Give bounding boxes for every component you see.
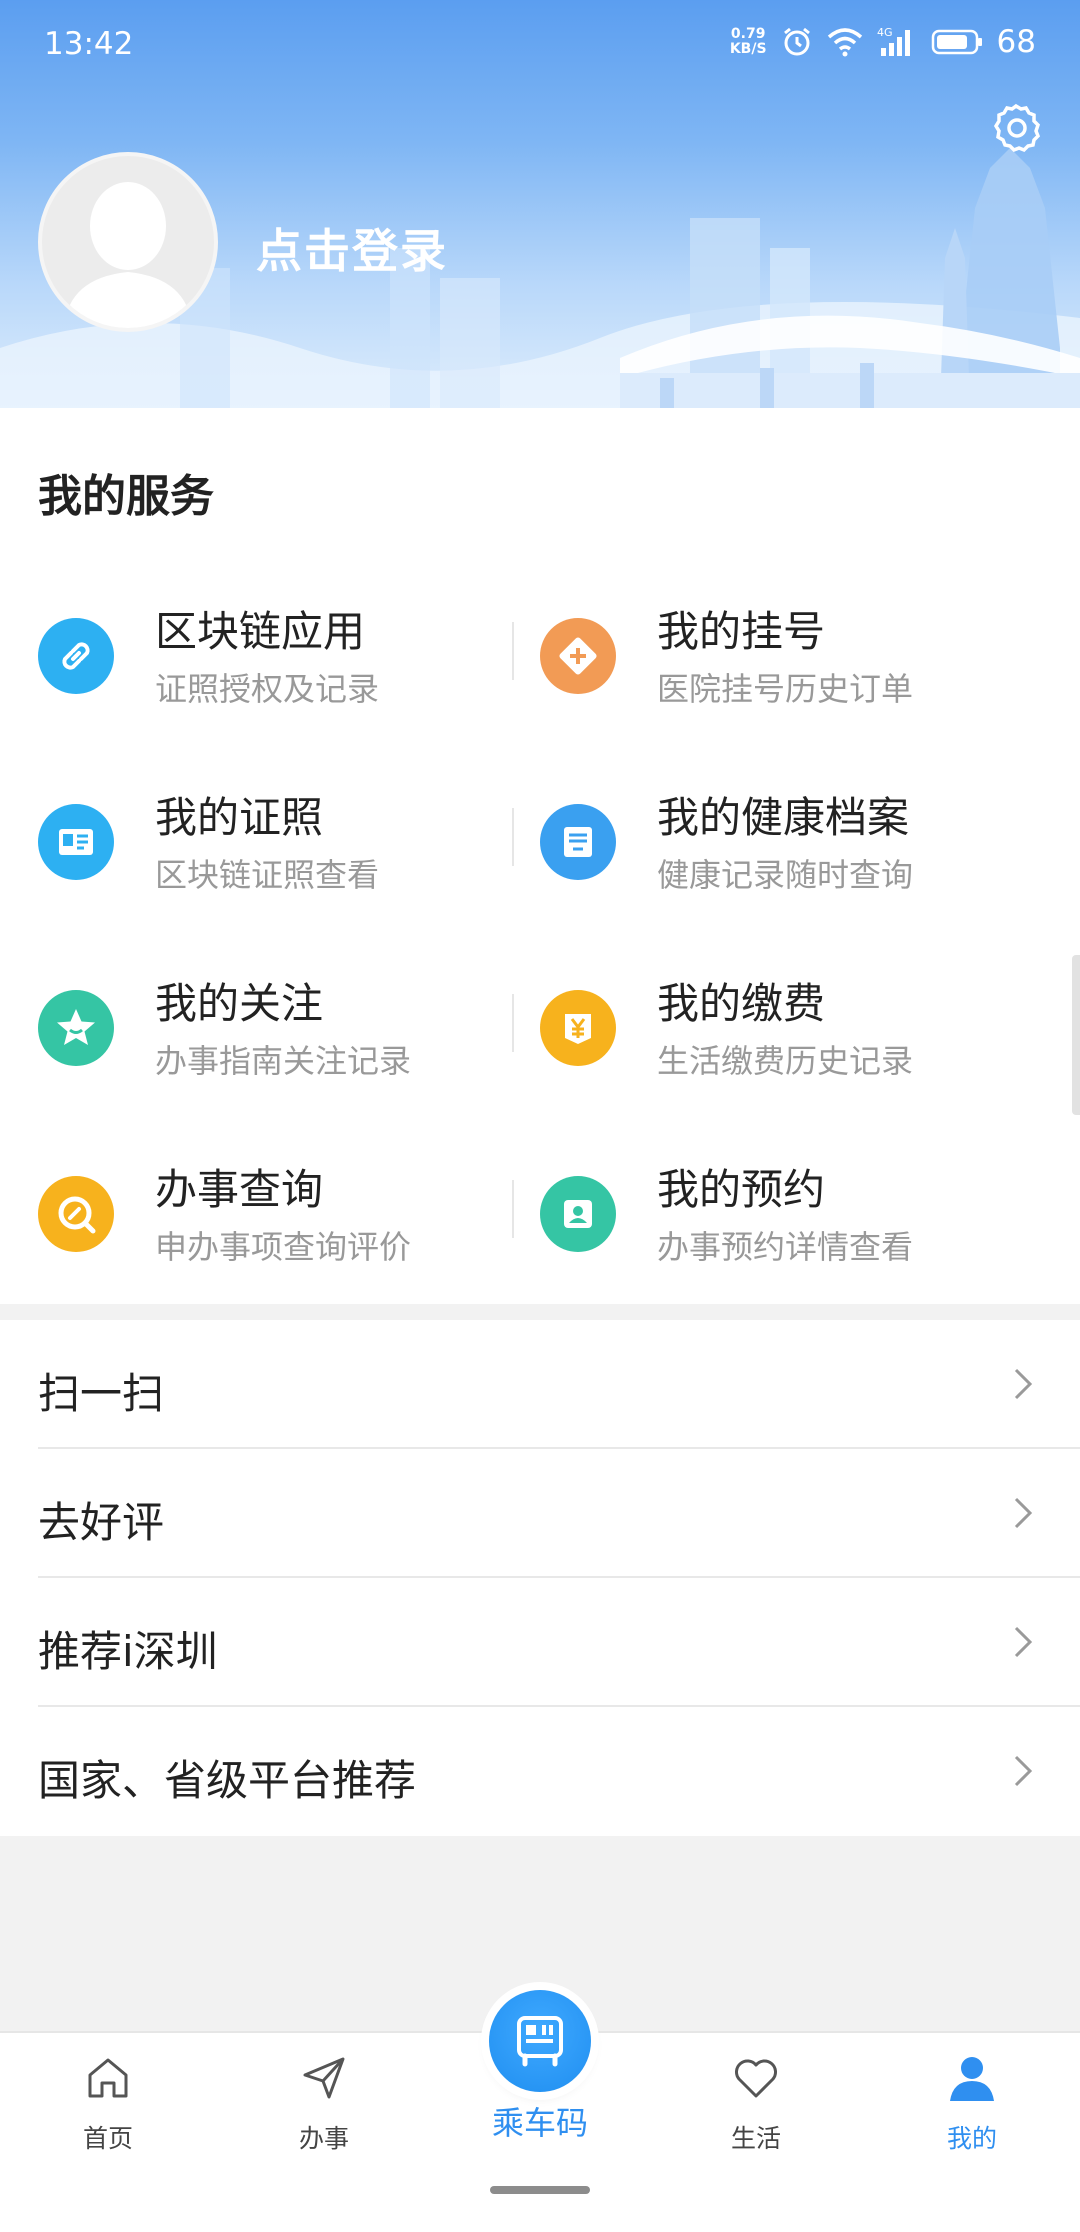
chevron-right-icon xyxy=(1014,1368,1033,1400)
menu-label: 国家、省级平台推荐 xyxy=(38,1756,417,1805)
send-arrow-icon xyxy=(303,2057,345,2099)
service-subtitle: 生活缴费历史记录 xyxy=(657,1042,914,1080)
service-my-appointments[interactable]: 我的预约 办事预约详情查看 xyxy=(502,1136,1042,1286)
nav-mine[interactable]: 我的 xyxy=(892,2047,1052,2157)
profile-header: 13:42 0.79 KB/S 4G 68 点击登录 xyxy=(0,0,1080,408)
status-time: 13:42 xyxy=(44,26,134,62)
service-subtitle: 医院挂号历史订单 xyxy=(657,670,914,708)
status-bar: 13:42 0.79 KB/S 4G 68 xyxy=(0,0,1080,90)
health-record-icon xyxy=(540,804,616,880)
service-subtitle: 申办事项查询评价 xyxy=(155,1228,412,1266)
chevron-right-icon xyxy=(1014,1497,1033,1529)
service-subtitle: 办事预约详情查看 xyxy=(657,1228,914,1266)
service-title: 我的关注 xyxy=(155,979,324,1028)
menu-item-recommend-app[interactable]: 推荐i深圳 xyxy=(0,1578,1080,1707)
menu-label: 去好评 xyxy=(38,1498,165,1547)
service-subtitle: 办事指南关注记录 xyxy=(155,1042,412,1080)
star-icon xyxy=(38,990,114,1066)
avatar[interactable] xyxy=(38,152,218,332)
service-title: 我的证照 xyxy=(155,793,324,842)
svg-text:4G: 4G xyxy=(877,26,893,39)
service-title: 我的健康档案 xyxy=(657,793,910,842)
service-blockchain-apps[interactable]: 区块链应用 证照授权及记录 xyxy=(0,578,540,728)
link-icon xyxy=(38,618,114,694)
ride-code-button[interactable] xyxy=(489,1990,591,2092)
yen-icon xyxy=(540,990,616,1066)
service-title: 区块链应用 xyxy=(155,607,366,656)
network-speed: 0.79 KB/S xyxy=(729,26,767,57)
my-services-section: 我的服务 区块链应用 证照授权及记录 我的挂号 医院挂号历史订单 我的证照 区块… xyxy=(0,408,1080,1304)
service-title: 我的预约 xyxy=(657,1165,826,1214)
service-my-certificates[interactable]: 我的证照 区块链证照查看 xyxy=(0,764,540,914)
service-my-registration[interactable]: 我的挂号 医院挂号历史订单 xyxy=(502,578,1042,728)
settings-gear-icon[interactable] xyxy=(988,100,1044,156)
service-health-records[interactable]: 我的健康档案 健康记录随时查询 xyxy=(502,764,1042,914)
nav-label: 我的 xyxy=(946,2124,997,2153)
menu-label: 推荐i深圳 xyxy=(38,1627,218,1676)
service-subtitle: 区块链证照查看 xyxy=(155,856,380,894)
medical-plus-icon xyxy=(540,618,616,694)
status-icons: 0.79 KB/S 4G 68 xyxy=(730,24,1036,60)
battery-icon xyxy=(931,29,982,55)
service-title: 我的挂号 xyxy=(657,607,826,656)
home-icon xyxy=(88,2058,128,2098)
service-subtitle: 健康记录随时查询 xyxy=(657,856,914,894)
menu-item-rate[interactable]: 去好评 xyxy=(0,1449,1080,1578)
service-my-payments[interactable]: 我的缴费 生活缴费历史记录 xyxy=(502,950,1042,1100)
battery-level: 68 xyxy=(996,24,1036,60)
bus-qr-icon xyxy=(517,2016,563,2067)
chevron-right-icon xyxy=(1014,1626,1033,1658)
chevron-right-icon xyxy=(1014,1755,1033,1787)
contact-icon xyxy=(540,1176,616,1252)
nav-label: 办事 xyxy=(298,2124,349,2153)
search-pen-icon xyxy=(38,1176,114,1252)
ride-code-label: 乘车码 xyxy=(491,2104,588,2142)
menu-label: 扫一扫 xyxy=(38,1369,165,1418)
nav-label: 首页 xyxy=(82,2124,133,2153)
id-card-icon xyxy=(38,804,114,880)
nav-label: 生活 xyxy=(730,2124,781,2153)
nav-home[interactable]: 首页 xyxy=(28,2047,188,2157)
wifi-icon xyxy=(827,28,862,57)
service-title: 我的缴费 xyxy=(657,979,826,1028)
cellular-signal-icon: 4G xyxy=(877,26,910,56)
scroll-handle[interactable] xyxy=(1072,955,1080,1115)
service-title: 办事查询 xyxy=(155,1165,324,1214)
nav-life[interactable]: 生活 xyxy=(676,2047,836,2157)
nav-affairs[interactable]: 办事 xyxy=(244,2047,404,2157)
alarm-icon xyxy=(783,27,810,56)
login-link[interactable]: 点击登录 xyxy=(256,215,448,281)
service-subtitle: 证照授权及记录 xyxy=(155,670,380,708)
home-indicator[interactable] xyxy=(490,2186,590,2194)
section-title: 我的服务 xyxy=(38,471,214,522)
heart-icon xyxy=(735,2059,777,2098)
settings-menu-list: 扫一扫 去好评 推荐i深圳 国家、省级平台推荐 xyxy=(0,1320,1080,1836)
user-icon xyxy=(950,2057,994,2101)
service-affairs-query[interactable]: 办事查询 申办事项查询评价 xyxy=(0,1136,540,1286)
default-user-icon xyxy=(64,182,192,328)
menu-item-platform-recommend[interactable]: 国家、省级平台推荐 xyxy=(0,1707,1080,1836)
service-my-follows[interactable]: 我的关注 办事指南关注记录 xyxy=(0,950,540,1100)
menu-item-scan[interactable]: 扫一扫 xyxy=(0,1320,1080,1449)
